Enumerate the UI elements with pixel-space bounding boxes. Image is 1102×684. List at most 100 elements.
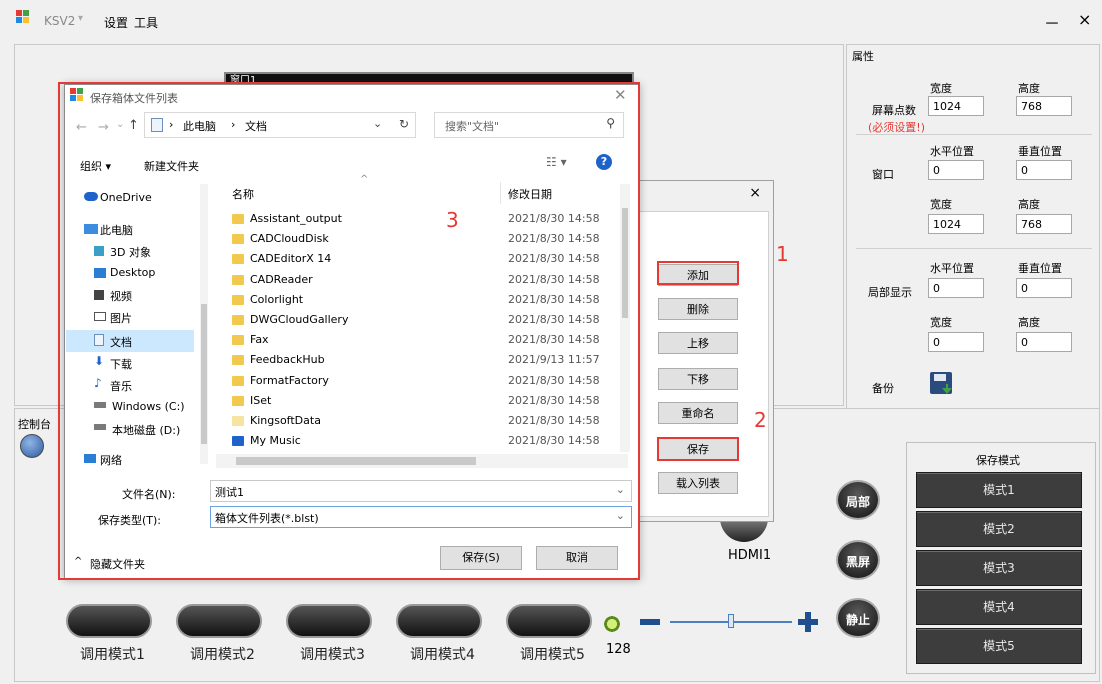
column-date-header[interactable]: 修改日期: [508, 186, 552, 202]
file-row-name[interactable]: CADCloudDisk: [250, 232, 329, 245]
dialog-cancel-button[interactable]: 取消: [536, 546, 618, 570]
local-vpos-header: 垂直位置: [1018, 262, 1062, 275]
mode-button-2[interactable]: 模式2: [916, 511, 1082, 547]
search-box[interactable]: 搜索"文档" ⚲: [434, 112, 624, 138]
nav-item-pc[interactable]: 此电脑: [100, 222, 133, 238]
window-height-input[interactable]: 768: [1016, 214, 1072, 234]
save-floppy-icon[interactable]: [930, 372, 952, 394]
back-arrow-icon[interactable]: ←: [76, 120, 87, 135]
dialog-save-button[interactable]: 保存(S): [440, 546, 522, 570]
move-down-button[interactable]: 下移: [658, 368, 738, 390]
breadcrumb-docs[interactable]: 文档: [245, 118, 267, 134]
list-dialog-close-button[interactable]: ×: [749, 185, 761, 201]
file-row-name[interactable]: CADReader: [250, 273, 313, 286]
minimize-button[interactable]: －: [1044, 10, 1060, 34]
window-width-input[interactable]: 1024: [928, 214, 984, 234]
brightness-plus-icon[interactable]: [798, 612, 818, 632]
window-x-input[interactable]: 0: [928, 160, 984, 180]
search-placeholder: 搜索"文档": [445, 120, 500, 133]
nav-scrollbar[interactable]: [200, 184, 208, 464]
file-row-name[interactable]: My Music: [250, 434, 301, 447]
divider: [856, 248, 1092, 249]
call-mode-button-3[interactable]: [286, 604, 372, 638]
local-y-input[interactable]: 0: [1016, 278, 1072, 298]
file-row-name[interactable]: Assistant_output: [250, 212, 342, 225]
file-list-scrollbar[interactable]: [620, 184, 630, 452]
nav-item-downloads[interactable]: 下载: [110, 356, 132, 372]
filetype-select[interactable]: 箱体文件列表(*.blst) ⌄: [210, 506, 632, 528]
mode-button-5[interactable]: 模式5: [916, 628, 1082, 664]
hide-folders-chevron-icon[interactable]: ^: [74, 556, 82, 567]
file-row-name[interactable]: FormatFactory: [250, 374, 329, 387]
file-row-date: 2021/8/30 14:58: [508, 394, 600, 407]
nav-item-network[interactable]: 网络: [100, 452, 122, 468]
nav-item-documents[interactable]: 文档: [110, 334, 132, 350]
nav-item-3d[interactable]: 3D 对象: [110, 244, 151, 260]
address-bar[interactable]: › 此电脑 › 文档 ⌄ ↻: [144, 112, 416, 138]
black-screen-button[interactable]: 黑屏: [836, 540, 880, 580]
address-dropdown-icon[interactable]: ⌄: [373, 117, 382, 130]
filename-dropdown-icon[interactable]: ⌄: [616, 483, 625, 496]
rename-button[interactable]: 重命名: [658, 402, 738, 424]
file-row-name[interactable]: FeedbackHub: [250, 353, 325, 366]
new-folder-button[interactable]: 新建文件夹: [144, 158, 199, 174]
up-arrow-icon[interactable]: ↑: [128, 118, 139, 133]
local-round-button[interactable]: 局部: [836, 480, 880, 520]
dialog-close-icon[interactable]: ✕: [614, 86, 627, 104]
local-x-input[interactable]: 0: [928, 278, 984, 298]
screen-width-input[interactable]: 1024: [928, 96, 984, 116]
nav-item-pictures[interactable]: 图片: [110, 310, 132, 326]
help-icon[interactable]: ?: [596, 154, 612, 170]
call-mode-button-1[interactable]: [66, 604, 152, 638]
window-y-input[interactable]: 0: [1016, 160, 1072, 180]
menu-tools[interactable]: 工具: [134, 14, 158, 31]
usb-icon[interactable]: [20, 434, 44, 458]
brightness-slider-thumb[interactable]: [728, 614, 734, 628]
call-mode-button-5[interactable]: [506, 604, 592, 638]
nav-item-desktop[interactable]: Desktop: [110, 266, 155, 279]
delete-button[interactable]: 删除: [658, 298, 738, 320]
file-row-name[interactable]: Colorlight: [250, 293, 303, 306]
nav-item-drive-c[interactable]: Windows (C:): [112, 400, 185, 413]
nav-item-music[interactable]: 音乐: [110, 378, 132, 394]
mode-button-1[interactable]: 模式1: [916, 472, 1082, 508]
file-row-name[interactable]: CADEditorX 14: [250, 252, 331, 265]
file-row-date: 2021/8/30 14:58: [508, 414, 600, 427]
screen-height-input[interactable]: 768: [1016, 96, 1072, 116]
mode-button-4[interactable]: 模式4: [916, 589, 1082, 625]
refresh-icon[interactable]: ↻: [399, 117, 409, 131]
call-mode-button-2[interactable]: [176, 604, 262, 638]
brightness-minus-icon[interactable]: [640, 619, 660, 625]
freeze-button[interactable]: 静止: [836, 598, 880, 638]
local-width-input[interactable]: 0: [928, 332, 984, 352]
file-list-hscrollbar[interactable]: [216, 454, 628, 468]
local-height-input[interactable]: 0: [1016, 332, 1072, 352]
file-row-name[interactable]: ISet: [250, 394, 271, 407]
close-window-button[interactable]: ×: [1078, 10, 1091, 29]
history-dropdown-icon[interactable]: ⌄: [116, 119, 124, 130]
nav-item-videos[interactable]: 视频: [110, 288, 132, 304]
nav-item-drive-d[interactable]: 本地磁盘 (D:): [112, 422, 180, 438]
call-mode-label-1: 调用模式1: [80, 647, 145, 663]
mode-button-3[interactable]: 模式3: [916, 550, 1082, 586]
app-name-dropdown-icon[interactable]: ▾: [78, 13, 83, 24]
menu-settings[interactable]: 设置: [104, 14, 128, 31]
filetype-dropdown-icon[interactable]: ⌄: [616, 509, 625, 522]
breadcrumb-pc[interactable]: 此电脑: [183, 118, 216, 134]
nav-item-onedrive[interactable]: OneDrive: [100, 191, 152, 204]
main-titlebar: [0, 0, 1102, 38]
move-up-button[interactable]: 上移: [658, 332, 738, 354]
hdmi-label: HDMI1: [728, 548, 772, 563]
filename-label: 文件名(N):: [122, 488, 176, 501]
load-list-button[interactable]: 载入列表: [658, 472, 738, 494]
forward-arrow-icon[interactable]: →: [98, 120, 109, 135]
file-row-name[interactable]: Fax: [250, 333, 269, 346]
view-options-icon[interactable]: ☷ ▾: [546, 155, 567, 169]
call-mode-button-4[interactable]: [396, 604, 482, 638]
organize-menu[interactable]: 组织 ▾: [80, 158, 111, 174]
file-row-name[interactable]: KingsoftData: [250, 414, 321, 427]
hide-folders-toggle[interactable]: 隐藏文件夹: [90, 556, 145, 572]
column-name-header[interactable]: 名称: [232, 186, 254, 202]
filename-input[interactable]: 测试1 ⌄: [210, 480, 632, 502]
file-row-name[interactable]: DWGCloudGallery: [250, 313, 348, 326]
